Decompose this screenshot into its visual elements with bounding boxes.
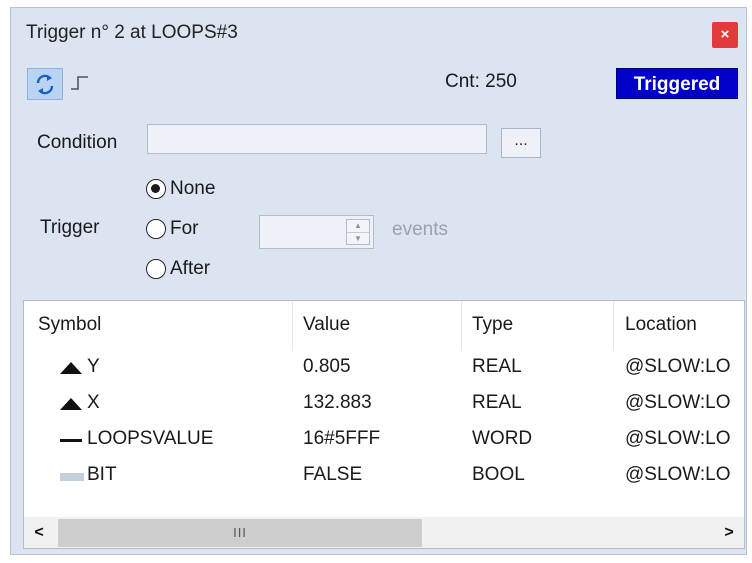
refresh-button[interactable] — [27, 68, 63, 100]
rising-edge-icon[interactable] — [69, 73, 91, 93]
row-symbol[interactable]: BIT — [87, 464, 117, 486]
window-title: Trigger n° 2 at LOOPS#3 — [26, 22, 238, 43]
column-divider[interactable] — [292, 301, 293, 351]
row-value[interactable]: 132.883 — [303, 392, 372, 414]
row-type: WORD — [472, 428, 533, 449]
row-symbol[interactable]: Y — [87, 356, 100, 378]
triangle-up-icon — [60, 398, 82, 410]
row-value[interactable]: 16#5FFF — [303, 428, 380, 450]
row-value[interactable]: FALSE — [303, 464, 362, 486]
radio-for-label: For — [170, 218, 199, 239]
scroll-thumb[interactable]: III — [58, 519, 422, 547]
row-value[interactable]: 0.805 — [303, 356, 351, 378]
bar-icon — [60, 473, 84, 481]
status-badge: Triggered — [616, 68, 738, 99]
triangle-up-icon — [60, 362, 82, 374]
row-type: REAL — [472, 356, 522, 377]
radio-for-button[interactable] — [146, 219, 166, 239]
symbol-table: Symbol Value Type Location Y 0.805 REAL … — [23, 300, 745, 549]
trigger-label: Trigger — [40, 217, 100, 238]
radio-after[interactable]: After — [146, 256, 210, 282]
event-count-stepper[interactable]: ▲ ▼ — [346, 219, 370, 245]
close-button[interactable]: × — [712, 22, 738, 48]
condition-label: Condition — [37, 132, 118, 153]
stepper-down-icon[interactable]: ▼ — [347, 233, 369, 245]
stepper-up-icon[interactable]: ▲ — [347, 220, 369, 233]
row-location: @SLOW:LO — [625, 356, 731, 377]
radio-none-button[interactable] — [146, 179, 166, 199]
dash-icon — [60, 439, 82, 442]
radio-none-label: None — [170, 178, 216, 199]
refresh-icon[interactable] — [28, 69, 62, 99]
row-location: @SLOW:LO — [625, 392, 731, 413]
row-location: @SLOW:LO — [625, 428, 731, 449]
column-header-location[interactable]: Location — [625, 314, 697, 336]
title-bar[interactable]: Trigger n° 2 at LOOPS#3 × — [11, 8, 746, 56]
radio-for[interactable]: For — [146, 216, 199, 242]
radio-after-label: After — [170, 258, 211, 279]
row-type: BOOL — [472, 464, 525, 485]
scroll-right-icon[interactable]: > — [714, 517, 744, 548]
browse-button[interactable]: ... — [501, 128, 541, 158]
horizontal-scrollbar[interactable]: < III > — [24, 517, 744, 548]
events-label: events — [392, 219, 448, 240]
row-symbol[interactable]: X — [87, 392, 100, 414]
radio-after-button[interactable] — [146, 259, 166, 279]
scroll-left-icon[interactable]: < — [24, 517, 54, 548]
row-location: @SLOW:LO — [625, 464, 731, 485]
column-divider[interactable] — [613, 301, 614, 351]
column-header-type[interactable]: Type — [472, 314, 513, 336]
row-symbol[interactable]: LOOPSVALUE — [87, 428, 213, 450]
trigger-count: Cnt: 250 — [445, 71, 517, 92]
close-icon[interactable]: × — [721, 26, 730, 43]
scroll-grip-icon: III — [233, 525, 247, 540]
column-header-symbol[interactable]: Symbol — [38, 314, 101, 336]
column-header-value[interactable]: Value — [303, 314, 350, 336]
event-count-field[interactable]: ▲ ▼ — [259, 215, 374, 249]
radio-none[interactable]: None — [146, 176, 215, 202]
column-divider[interactable] — [461, 301, 462, 351]
condition-input[interactable] — [147, 124, 487, 154]
row-type: REAL — [472, 392, 522, 413]
trigger-window: Trigger n° 2 at LOOPS#3 × Cnt: 250 Trigg… — [10, 7, 747, 555]
